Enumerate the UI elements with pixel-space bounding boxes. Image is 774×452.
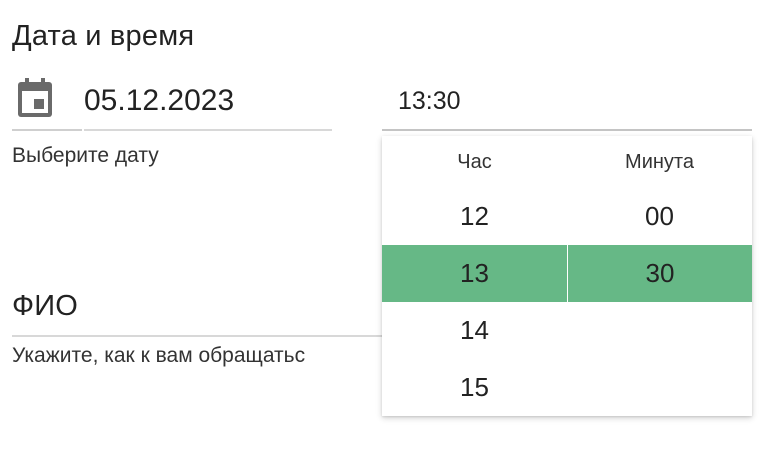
hour-option[interactable]: 15: [382, 359, 567, 416]
hours-column-header: Час: [457, 151, 492, 173]
hours-column: Час 12 13 14 15: [382, 136, 567, 416]
minutes-column-header: Минута: [625, 151, 694, 173]
name-section-title: ФИО: [12, 290, 79, 322]
hour-option[interactable]: 14: [382, 302, 567, 359]
date-helper-text: Выберите дату: [12, 144, 159, 167]
name-field-underline[interactable]: [12, 335, 392, 337]
name-helper-text: Укажите, как к вам обращатьс: [12, 344, 306, 367]
hour-option-selected[interactable]: 13: [382, 245, 567, 302]
hour-option[interactable]: 12: [382, 188, 567, 245]
time-field-underline: [382, 129, 752, 131]
datetime-section-title: Дата и время: [12, 20, 195, 52]
calendar-icon[interactable]: [16, 78, 54, 118]
date-field[interactable]: [84, 82, 332, 120]
time-picker-dropdown: Час 12 13 14 15 Минута 00 30: [382, 136, 752, 416]
minute-option-selected[interactable]: 30: [568, 245, 752, 302]
time-field[interactable]: [398, 84, 698, 118]
icon-underline: [12, 129, 82, 131]
minutes-column: Минута 00 30: [567, 136, 752, 416]
date-field-underline: [84, 129, 332, 131]
minute-option[interactable]: 00: [567, 188, 752, 245]
